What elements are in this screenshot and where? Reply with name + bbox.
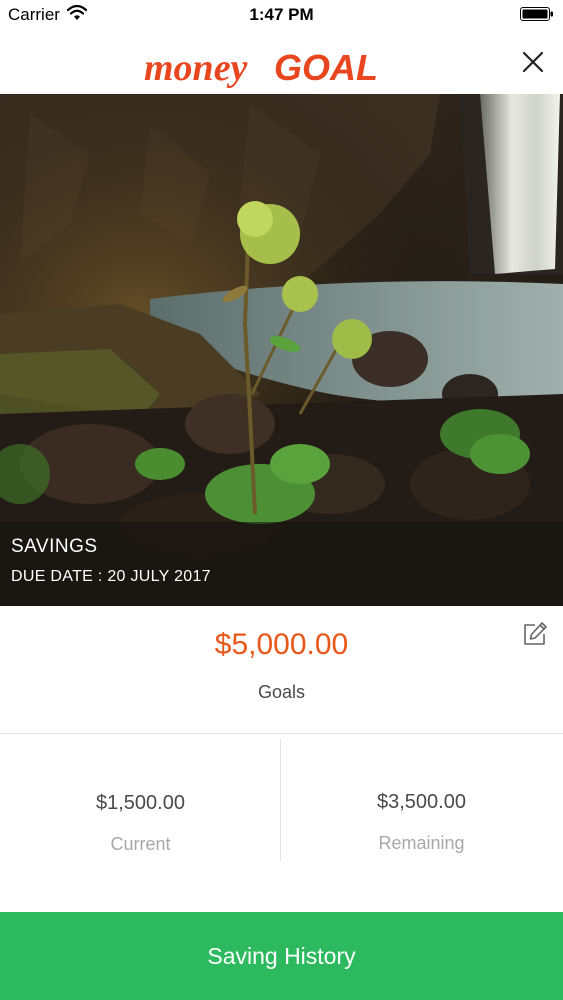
status-time: 1:47 PM <box>249 5 314 24</box>
nav-bar: money GOAL <box>0 30 563 94</box>
remaining-amount: $3,500.00 <box>377 791 466 813</box>
remaining-label: Remaining <box>378 833 465 853</box>
current-amount: $1,500.00 <box>96 792 185 814</box>
goal-title: SAVINGS <box>11 536 98 557</box>
goal-stats: $1,500.00 Current $3,500.00 Remaining <box>0 734 563 912</box>
logo-money-text: money <box>144 47 248 89</box>
goal-summary: $5,000.00 Goals <box>0 606 563 734</box>
goal-cover-image: SAVINGS DUE DATE : 20 JULY 2017 <box>0 94 563 606</box>
goal-amount: $5,000.00 <box>214 628 349 661</box>
status-bar: Carrier 1:47 PM <box>0 0 563 30</box>
logo-goal-text: GOAL <box>274 47 378 88</box>
saving-history-button[interactable]: Saving History <box>0 912 563 1000</box>
goal-amount-label: Goals <box>257 682 306 702</box>
goal-caption: SAVINGS DUE DATE : 20 JULY 2017 <box>0 522 563 606</box>
remaining-stat: $3,500.00 Remaining <box>281 734 562 912</box>
current-label: Current <box>110 834 171 854</box>
moneygoal-logo: money GOAL <box>144 47 378 89</box>
battery-icon <box>520 7 553 21</box>
close-icon <box>522 51 544 73</box>
current-stat: $1,500.00 Current <box>0 734 281 912</box>
due-date: DUE DATE : 20 JULY 2017 <box>11 568 211 585</box>
close-button[interactable] <box>517 46 549 78</box>
